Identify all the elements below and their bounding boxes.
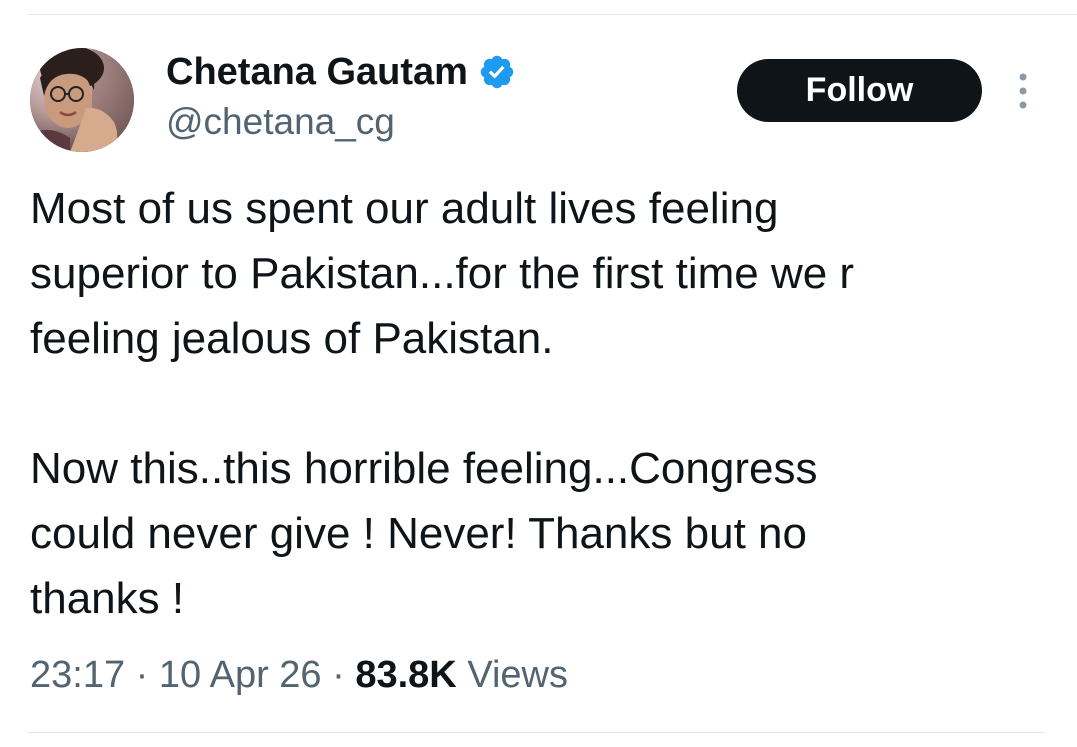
display-name[interactable]: Chetana Gautam bbox=[166, 50, 516, 94]
bottom-divider bbox=[28, 732, 1045, 733]
more-vertical-icon[interactable] bbox=[1010, 70, 1036, 112]
meta-separator-2: · bbox=[332, 654, 345, 696]
views-label[interactable]: Views bbox=[467, 654, 568, 696]
top-divider bbox=[28, 14, 1077, 15]
avatar[interactable] bbox=[30, 48, 134, 152]
follow-button[interactable]: Follow bbox=[737, 59, 982, 122]
tweet-text: Most of us spent our adult lives feeling… bbox=[30, 184, 855, 623]
display-name-text[interactable]: Chetana Gautam bbox=[166, 50, 468, 94]
views-count[interactable]: 83.8K bbox=[355, 654, 456, 696]
tweet-time[interactable]: 23:17 bbox=[30, 654, 125, 696]
meta-separator: · bbox=[135, 654, 149, 696]
avatar-image bbox=[30, 48, 134, 152]
tweet-meta: 23:17 · 10 Apr 26 · 83.8K Views bbox=[30, 650, 568, 700]
author-handle[interactable]: @chetana_cg bbox=[166, 100, 395, 144]
verified-badge-icon[interactable] bbox=[478, 53, 516, 91]
tweet-date[interactable]: 10 Apr 26 bbox=[159, 654, 322, 696]
